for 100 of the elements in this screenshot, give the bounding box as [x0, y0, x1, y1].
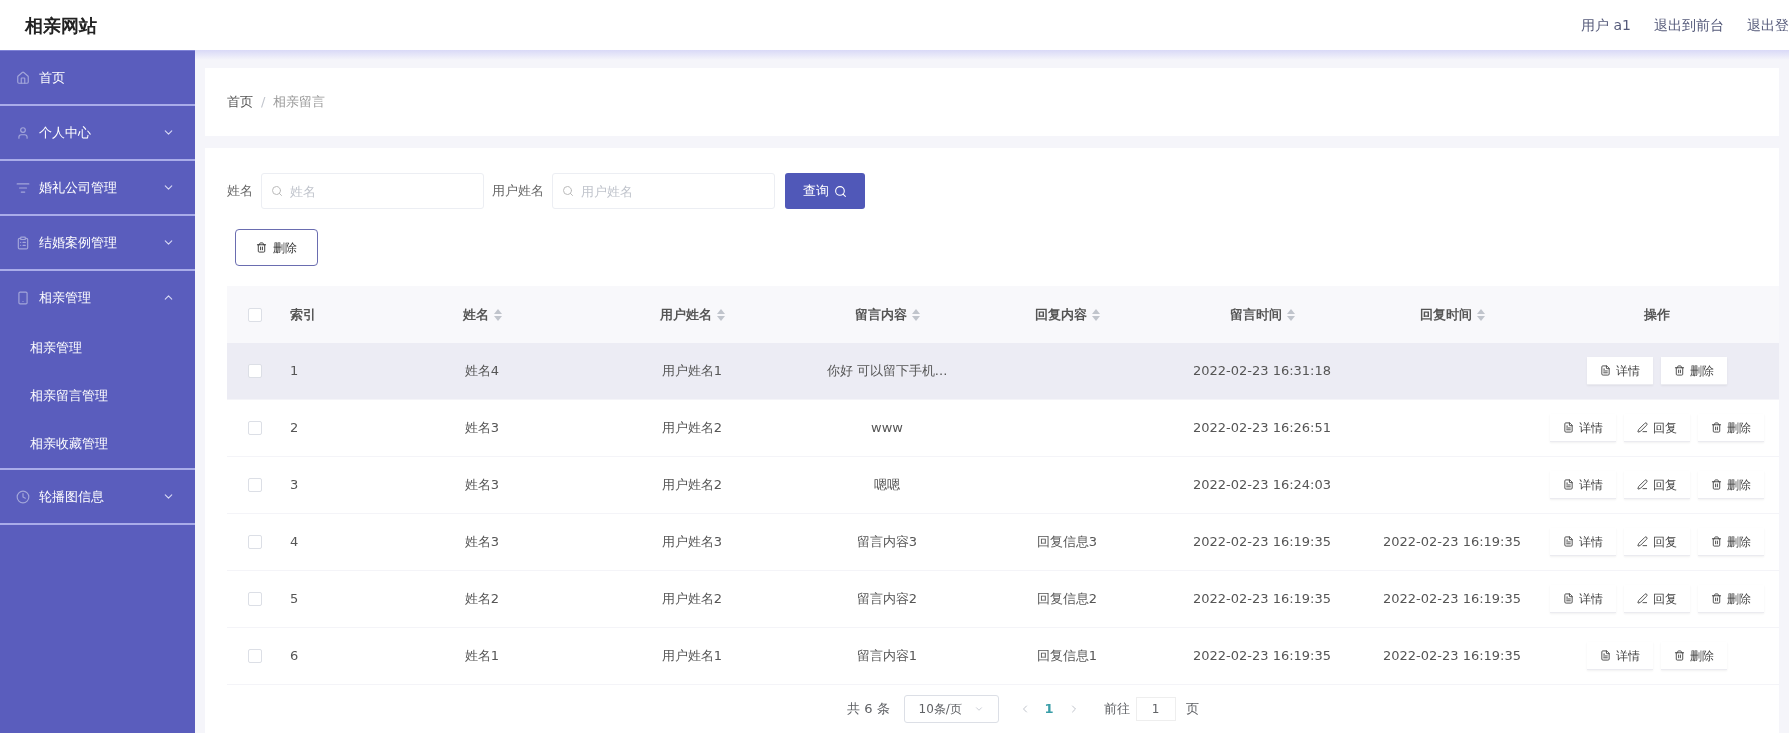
detail-button[interactable]: 详情 [1550, 585, 1616, 613]
sidebar-subitem[interactable]: 相亲管理 [0, 324, 195, 372]
sort-icon[interactable] [1476, 308, 1485, 321]
sidebar-item[interactable]: 婚礼公司管理 [0, 161, 195, 214]
breadcrumb-separator: / [261, 93, 266, 112]
table-row[interactable]: 1 姓名4 用户姓名1 你好 可以留下手机... 2022-02-23 16:31:18 详情 删除 [227, 343, 1779, 400]
trash-icon [1674, 365, 1685, 376]
table-cell-text: 留言内容2 [856, 590, 918, 609]
field-label: 姓名 [227, 182, 253, 201]
header-link[interactable]: 退出登 [1747, 14, 1789, 36]
table-cell-text: 3 [290, 476, 299, 495]
row-checkbox[interactable] [247, 535, 262, 549]
table-cell-text: 姓名3 [464, 533, 500, 552]
detail-button[interactable]: 详情 [1550, 528, 1616, 556]
delete-button[interactable]: 删除 [235, 229, 318, 266]
table-cell-text: 用户姓名2 [661, 419, 723, 438]
reply-button[interactable]: 回复 [1624, 585, 1690, 613]
table-cell-text: 姓名4 [464, 362, 500, 381]
table-cell-text: 2022-02-23 16:19:35 [1382, 533, 1522, 552]
row-checkbox[interactable] [247, 364, 262, 378]
sort-icon[interactable] [1286, 308, 1295, 321]
delete-button[interactable]: 删除 [1698, 528, 1764, 556]
sidebar-item[interactable]: 个人中心 [0, 106, 195, 159]
breadcrumb-item: 相亲留言 [273, 93, 326, 112]
search-icon [562, 185, 574, 197]
field-label: 用户姓名 [492, 182, 544, 201]
table-cell-text: 2022-02-23 16:31:18 [1192, 362, 1332, 381]
pen-icon [1637, 593, 1648, 604]
sort-icon[interactable] [493, 308, 502, 321]
pen-icon [1637, 536, 1648, 547]
row-checkbox[interactable] [247, 421, 262, 435]
goto-label: 前往 [1103, 700, 1130, 719]
search-field[interactable]: 姓名 [261, 173, 484, 209]
table-cell-text: 留言内容3 [856, 533, 918, 552]
table-cell-text: 你好 可以留下手机... [826, 362, 948, 381]
search-icon [834, 184, 847, 198]
sidebar-item[interactable]: 首页 [0, 51, 195, 104]
table-cell-text: 5 [290, 590, 299, 609]
trash-icon [1711, 422, 1722, 433]
table-cell-text: 用户姓名1 [661, 647, 723, 666]
table-cell-text: 回复信息1 [1036, 647, 1098, 666]
table-cell-text: www [871, 419, 903, 438]
document-icon [1600, 365, 1611, 376]
sidebar-subitem[interactable]: 相亲留言管理 [0, 372, 195, 420]
sidebar-subitem[interactable]: 相亲收藏管理 [0, 420, 195, 468]
column-header[interactable]: 留言内容 [854, 304, 907, 325]
reply-button[interactable]: 回复 [1624, 528, 1690, 556]
delete-button[interactable]: 删除 [1661, 642, 1727, 670]
row-checkbox[interactable] [247, 478, 262, 492]
delete-button[interactable]: 删除 [1698, 471, 1764, 499]
search-icon [271, 185, 283, 197]
table-cell-text: 用户姓名2 [661, 476, 723, 495]
sidebar-item[interactable]: 结婚案例管理 [0, 216, 195, 269]
home-icon [16, 70, 30, 85]
table-cell-text: 2022-02-23 16:19:35 [1192, 647, 1332, 666]
total-count: 共 6 条 [847, 700, 890, 719]
column-header[interactable]: 留言时间 [1229, 304, 1282, 325]
column-header[interactable]: 回复时间 [1419, 304, 1472, 325]
column-header[interactable]: 姓名 [462, 304, 489, 325]
delete-button[interactable]: 删除 [1698, 414, 1764, 442]
table-cell-text: 6 [290, 647, 299, 666]
header-link[interactable]: 用户 a1 [1581, 14, 1631, 36]
document-icon [1563, 593, 1574, 604]
user-icon [16, 125, 30, 140]
table-cell-text: 姓名3 [464, 476, 500, 495]
sidebar-item[interactable]: 相亲管理 [0, 271, 195, 324]
sort-icon[interactable] [1091, 308, 1100, 321]
table-cell-text: 姓名1 [464, 647, 500, 666]
page-size-select[interactable]: 10条/页 [903, 695, 999, 723]
delete-button[interactable]: 删除 [1698, 585, 1764, 613]
page-unit: 页 [1185, 700, 1199, 719]
table-cell-text: 留言内容1 [856, 647, 918, 666]
row-checkbox[interactable] [247, 649, 262, 663]
sort-icon[interactable] [911, 308, 920, 321]
reply-button[interactable]: 回复 [1624, 471, 1690, 499]
table-cell-text: 姓名2 [464, 590, 500, 609]
pen-icon [1637, 479, 1648, 490]
table-cell-text: 用户姓名3 [661, 533, 723, 552]
page-input[interactable]: 1 [1135, 697, 1176, 721]
column-header[interactable]: 用户姓名 [659, 304, 712, 325]
delete-button[interactable]: 删除 [1661, 357, 1727, 385]
search-field[interactable]: 用户姓名 [552, 173, 775, 209]
row-checkbox[interactable] [247, 592, 262, 606]
reply-button[interactable]: 回复 [1624, 414, 1690, 442]
trash-icon [1711, 479, 1722, 490]
sidebar-item[interactable]: 轮播图信息 [0, 470, 195, 523]
detail-button[interactable]: 详情 [1550, 471, 1616, 499]
table-cell-text: 2022-02-23 16:26:51 [1192, 419, 1332, 438]
sort-icon[interactable] [716, 308, 725, 321]
document-icon [1563, 479, 1574, 490]
clipboard-icon [16, 235, 30, 250]
column-header[interactable]: 回复内容 [1034, 304, 1087, 325]
breadcrumb-item[interactable]: 首页 [227, 92, 253, 112]
detail-button[interactable]: 详情 [1587, 357, 1653, 385]
row-checkbox[interactable] [247, 307, 262, 322]
table-cell-text: 回复信息2 [1036, 590, 1098, 609]
detail-button[interactable]: 详情 [1587, 642, 1653, 670]
header-link[interactable]: 退出到前台 [1654, 14, 1724, 36]
detail-button[interactable]: 详情 [1550, 414, 1616, 442]
query-button[interactable]: 查询 [785, 173, 865, 209]
